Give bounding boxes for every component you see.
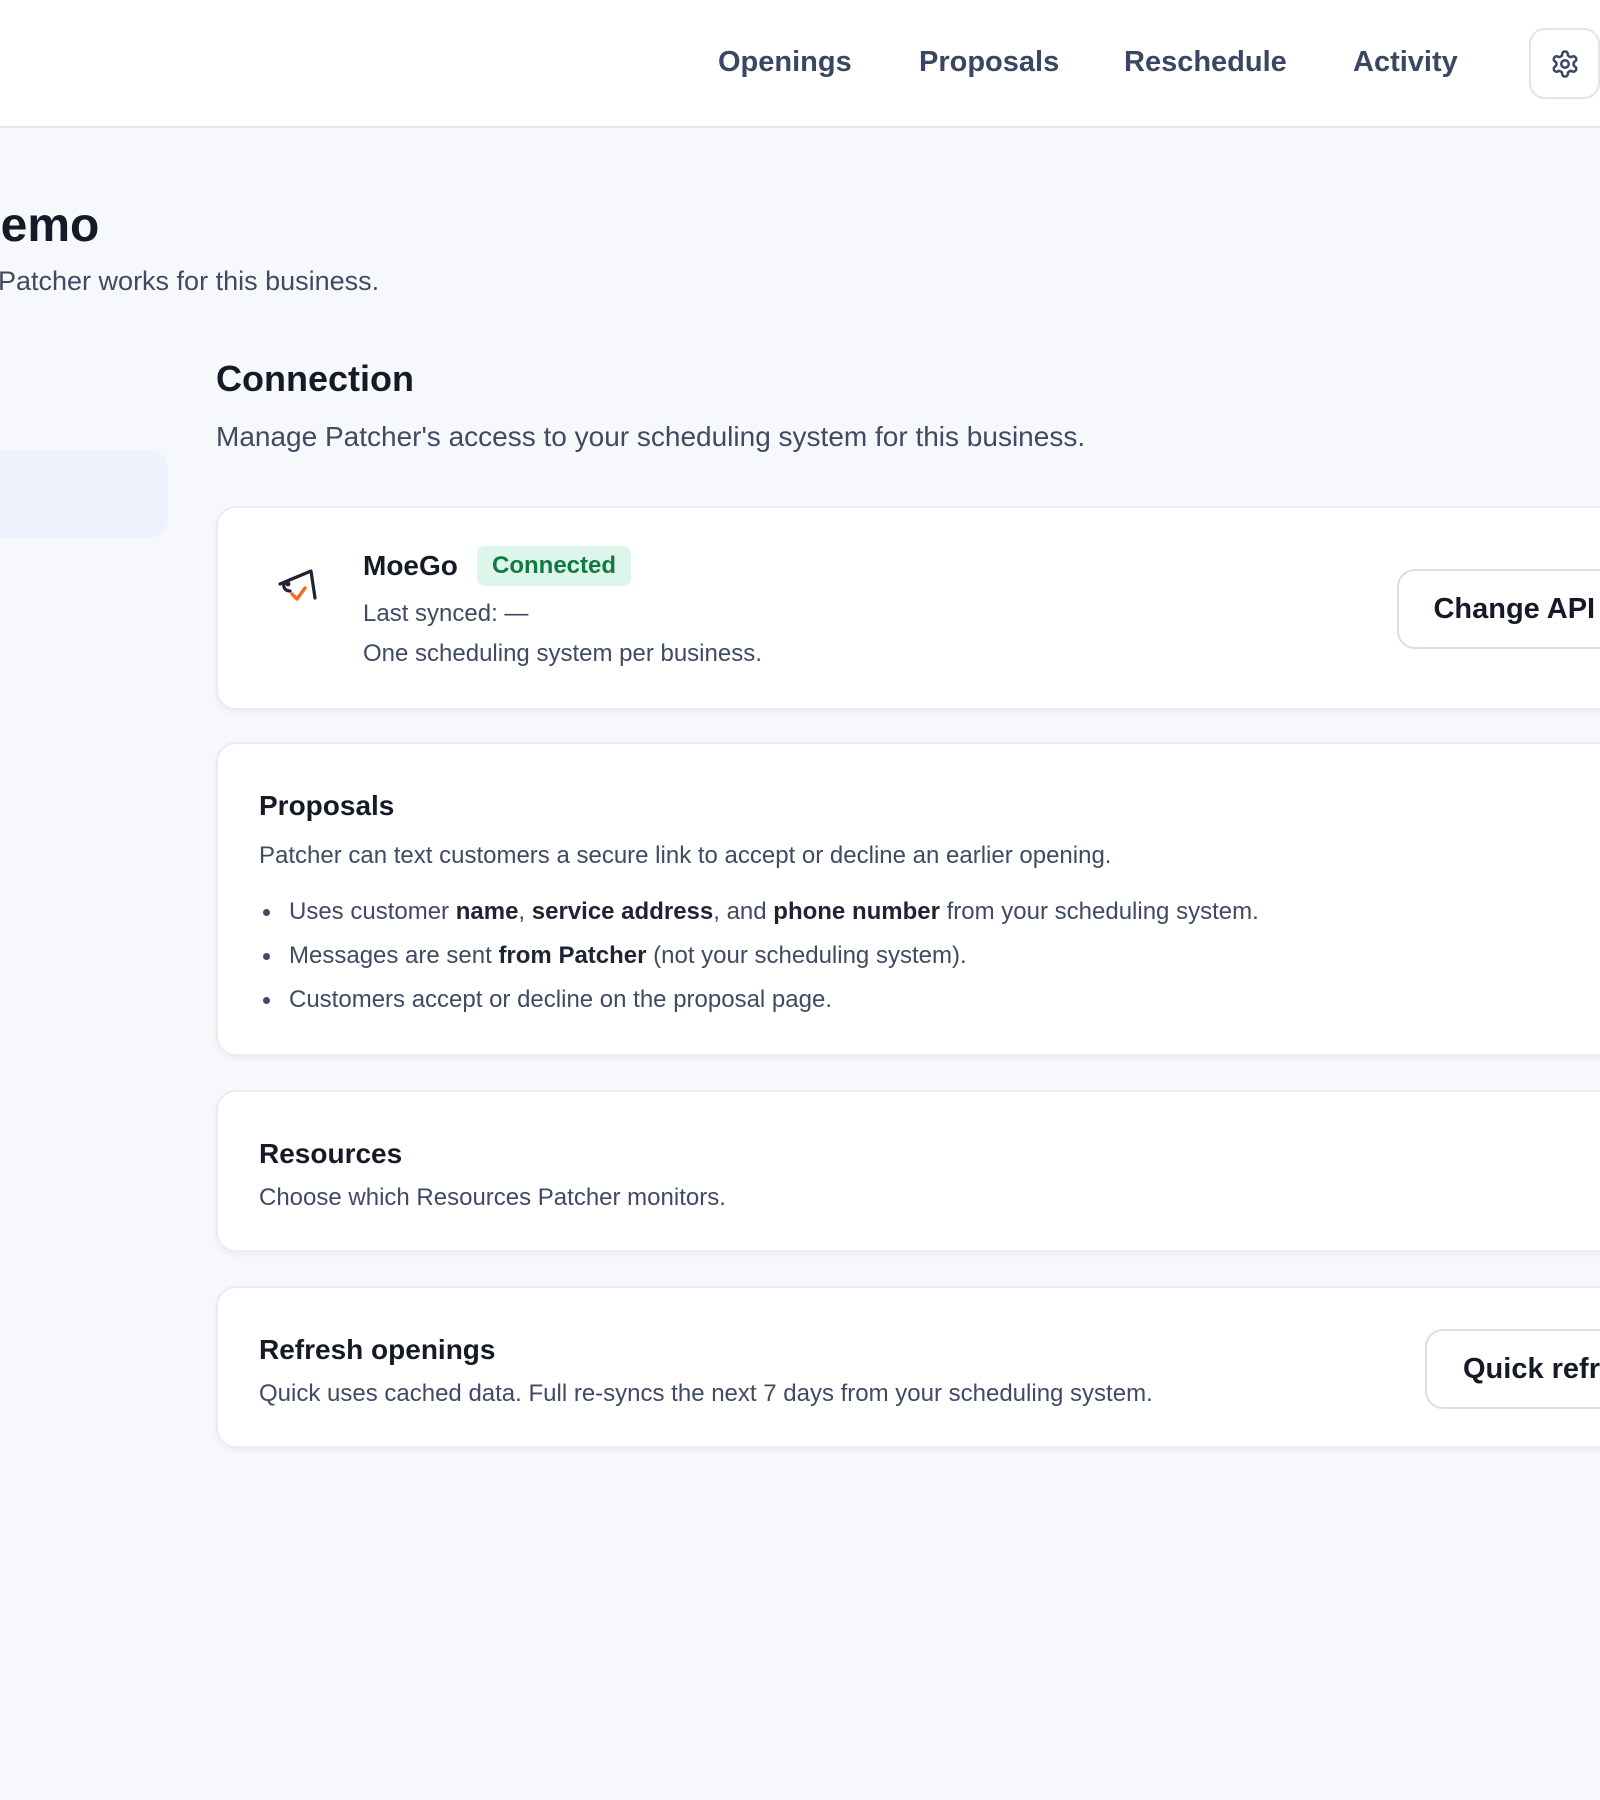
resources-description: Choose which Resources Patcher monitors. <box>259 1184 726 1211</box>
connection-note: One scheduling system per business. <box>363 640 762 667</box>
section-title: Connection <box>216 358 414 399</box>
bullet-text: Customers accept or decline on the propo… <box>289 986 832 1013</box>
emphasis-text: from Patcher <box>498 942 647 969</box>
emphasis-text: service address <box>531 898 714 925</box>
page-title: Demo <box>0 199 100 252</box>
list-item: Customers accept or decline on the propo… <box>259 978 1259 1022</box>
card-title-refresh: Refresh openings <box>259 1334 496 1365</box>
nav-activity[interactable]: Activity <box>1353 46 1458 79</box>
app-name: MoeGo <box>363 550 458 581</box>
list-item: Uses customer name, service address, and… <box>259 890 1259 934</box>
settings-button[interactable] <box>1529 28 1600 99</box>
refresh-openings-card: Refresh openings Quick uses cached data.… <box>216 1286 1600 1448</box>
list-item: Messages are sent from Patcher (not your… <box>259 934 1259 978</box>
moego-logo-icon <box>278 569 317 601</box>
page-subtitle: Patcher works for this business. <box>0 266 380 296</box>
emphasis-text: phone number <box>773 898 940 925</box>
bullet-text: (not your scheduling system). <box>646 942 967 969</box>
bullet-text: Messages are sent <box>289 942 499 969</box>
top-navigation: Openings Proposals Reschedule Activity <box>0 0 1600 128</box>
resources-card[interactable]: Resources Choose which Resources Patcher… <box>216 1090 1600 1252</box>
sidebar-item-active[interactable] <box>0 450 168 538</box>
card-title-proposals: Proposals <box>259 790 395 821</box>
bullet-text: , and <box>713 898 774 925</box>
nav-proposals[interactable]: Proposals <box>919 46 1059 79</box>
connection-card: MoeGo Connected Last synced: — One sched… <box>216 506 1600 710</box>
emphasis-text: name <box>455 898 519 925</box>
nav-reschedule[interactable]: Reschedule <box>1124 46 1287 79</box>
last-synced: Last synced: — <box>363 600 529 627</box>
proposals-description: Patcher can text customers a secure link… <box>259 842 1112 869</box>
refresh-description: Quick uses cached data. Full re-syncs th… <box>259 1380 1153 1407</box>
card-title-resources: Resources <box>259 1138 403 1169</box>
bullet-text: , <box>518 898 532 925</box>
proposals-card: Proposals Patcher can text customers a s… <box>216 742 1600 1056</box>
nav-openings[interactable]: Openings <box>718 46 852 79</box>
status-badge: Connected <box>477 546 632 586</box>
section-subtitle: Manage Patcher's access to your scheduli… <box>216 421 1086 452</box>
change-api-key-button[interactable]: Change API key <box>1397 569 1600 649</box>
proposals-bullet-list: Uses customer name, service address, and… <box>259 890 1259 1022</box>
quick-refresh-button[interactable]: Quick refresh <box>1425 1329 1600 1409</box>
gear-icon <box>1552 49 1577 78</box>
bullet-text: from your scheduling system. <box>939 898 1259 925</box>
bullet-text: Uses customer <box>289 898 456 925</box>
